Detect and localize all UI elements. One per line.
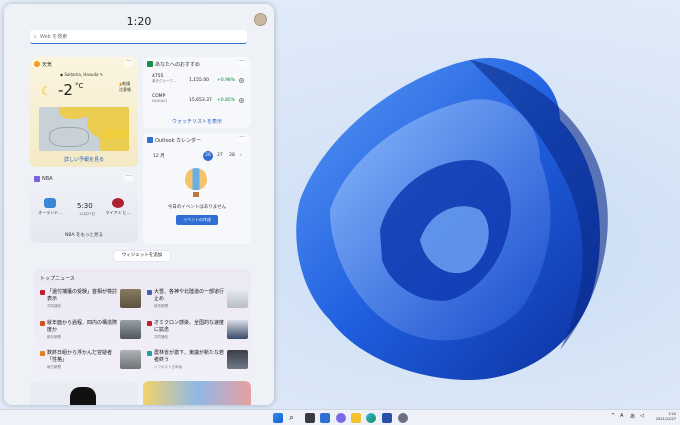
widgets-panel: 1:20 ⌕ Web を検索 天気 ··· ◆ Saitama, Hasuda … [4,4,274,405]
settings-icon[interactable] [398,413,408,423]
game-date: 12月27日 [79,212,95,216]
chevron-up-icon[interactable]: ^ [611,413,615,419]
search-icon[interactable]: ⌕ [289,413,299,423]
outlook-icon [147,137,153,143]
file-explorer-icon[interactable] [351,413,361,423]
stock-row[interactable]: 4755 楽天グループ... [152,74,176,84]
news-thumbnail [120,289,141,308]
moon-icon: ☾ [41,84,52,98]
news-thumbnail [120,350,141,369]
search-placeholder: Web を検索 [39,34,68,40]
start-icon[interactable] [273,413,283,423]
chat-icon[interactable] [336,413,346,423]
calendar-month: 12 月 [153,154,165,159]
weather-map[interactable] [39,107,129,151]
weather-forecast-link[interactable]: 詳しい予報を見る [30,156,138,163]
temperature-unit: °C [75,82,84,90]
stock-change: +0.98% [217,78,236,83]
story-card[interactable] [30,381,138,405]
news-item[interactable]: 農林省が激下、東議が新たな若者終う ハフポスト日本版 [147,350,251,377]
baseball-cap-thumbnail [70,387,96,405]
stock-change: +0.85% [217,98,236,103]
source-icon [147,290,152,295]
stocks-icon [147,61,153,67]
stock-row[interactable]: COMP NASDAQ [152,94,167,103]
create-event-button[interactable]: イベントの作成 [176,215,218,225]
news-item[interactable]: 数終日組から浮かんだ容疑者「性格」 毎日新聞 [40,350,144,377]
stock-value: 15,653.37 [189,98,212,103]
nba-card[interactable]: NBA ··· オーランド... 5:30 12月27日 マイアミ ヒ... N… [30,172,138,243]
widgets-icon[interactable] [320,413,330,423]
calendar-card[interactable]: Outlook カレンダー ··· 12 月 26 27 28 › 今日のイベン… [143,133,251,244]
more-options-icon[interactable]: ··· [237,59,247,67]
news-title: トップニュース [40,276,75,282]
source-icon [40,351,45,356]
orlando-logo-icon [44,198,56,208]
calendar-title: Outlook カレンダー [155,138,202,144]
taskbar-clock[interactable]: 1:20 2021/12/27 [656,412,676,422]
news-thumbnail [227,350,248,369]
source-icon [40,290,45,295]
add-widget-button[interactable]: ウィジェットを追加 [114,251,170,261]
more-options-icon[interactable]: ··· [124,59,134,67]
source-icon [147,351,152,356]
news-item[interactable]: 「還付捕獲の受験」首相が検討表示 共同通信 [40,289,144,317]
stocks-card[interactable]: あなたへのおすすめ ··· 4755 楽天グループ... 1,155.00 +0.… [143,57,251,128]
watchlist-link[interactable]: ウォッチリストを表示 [143,118,251,125]
weather-location[interactable]: ◆ Saitama, Hasuda ✎ [60,72,103,77]
game-time: 5:30 [77,202,93,210]
nba-icon [34,176,40,182]
source-icon [147,321,152,326]
source-icon [40,321,45,326]
temperature: -2 [58,81,73,99]
stock-value: 1,155.00 [189,78,210,83]
taskbar: ⌕ ^ A あ ◁ 1:20 2021/12/27 [0,409,680,425]
news-item[interactable]: 大雪、各神や北陸道の一部道行止め 読売新聞 [147,289,251,317]
more-options-icon[interactable]: ··· [124,174,134,182]
ime-indicator[interactable]: あ [630,413,635,420]
add-stock-icon[interactable]: + [239,78,244,83]
weather-card[interactable]: 天気 ··· ◆ Saitama, Hasuda ✎ ☾ -2 °C ▲乾燥 注… [30,57,138,167]
avatar[interactable] [254,13,267,26]
language-indicator[interactable]: A [620,413,623,419]
calendar-empty-message: 今日のイベントはありません [167,205,227,210]
search-icon: ⌕ [34,33,37,40]
store-icon[interactable] [382,413,392,423]
weather-icon [34,61,40,67]
more-options-icon[interactable]: ··· [237,135,247,143]
task-view-icon[interactable] [305,413,315,423]
panel-clock: 1:20 [126,15,152,28]
calendar-day[interactable]: 26 [203,151,213,161]
team-orlando[interactable]: オーランド... [36,198,64,216]
news-thumbnail [227,320,248,339]
team-miami[interactable]: マイアミ ヒ... [104,198,132,216]
miami-logo-icon [112,198,124,208]
nba-more-link[interactable]: NBA をもっと見る [30,232,138,238]
edit-icon: ✎ [98,72,104,77]
volume-icon[interactable]: ◁ [640,413,644,419]
news-thumbnail [120,320,141,339]
edge-icon[interactable] [366,413,376,423]
calendar-next-icon[interactable]: › [236,151,246,161]
top-news-card[interactable]: トップニュース 「還付捕獲の受験」首相が検討表示 共同通信 大雪、各神や北陸道の… [34,269,251,377]
add-stock-icon[interactable]: + [239,98,244,103]
search-input[interactable]: ⌕ Web を検索 [30,30,247,44]
story-card[interactable] [143,381,251,405]
weather-alert[interactable]: ▲乾燥 注意報 [119,81,131,93]
news-item[interactable]: オミクロン感染、全国的な速度に拡念 共同通信 [147,320,251,348]
stocks-title: あなたへのおすすめ [155,62,201,68]
nba-title: NBA [42,176,53,182]
news-item[interactable]: 就年面から過程、四内の構造際度か 朝日新聞 [40,320,144,348]
weather-title: 天気 [42,62,53,68]
calendar-day[interactable]: 27 [215,151,225,161]
hot-air-balloon-illustration [184,168,208,198]
news-thumbnail [227,289,248,308]
